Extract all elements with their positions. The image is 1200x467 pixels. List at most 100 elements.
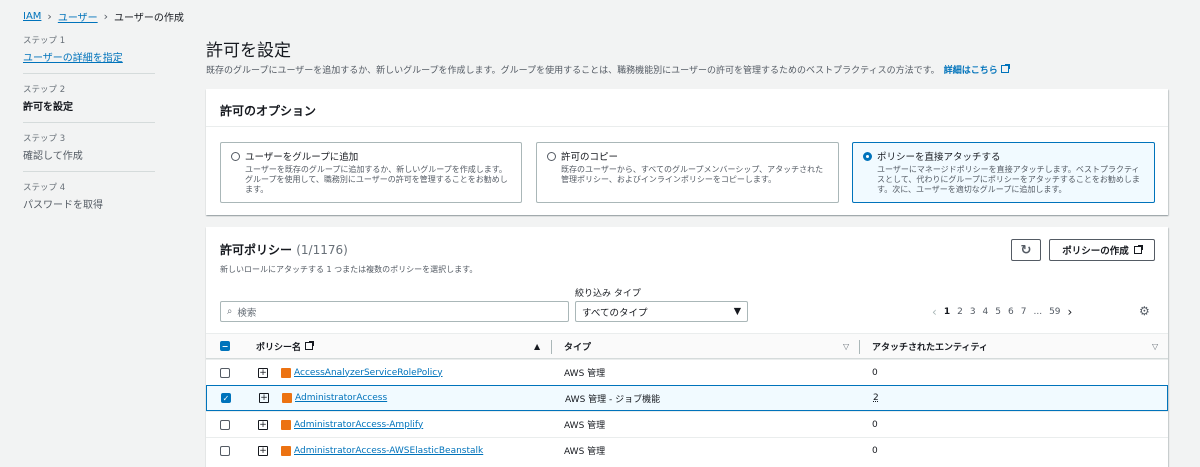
sort-icon[interactable]: ▽ <box>1152 342 1158 351</box>
policy-type: AWS 管理 <box>564 369 606 379</box>
expand-icon[interactable]: + <box>258 445 268 456</box>
column-divider <box>859 340 860 354</box>
column-name-label: ポリシー名 <box>256 342 302 353</box>
filter-type-select[interactable]: すべてのタイプ ▼ <box>575 301 748 322</box>
step-review: 確認して作成 <box>23 151 83 162</box>
select-all-checkbox[interactable]: − <box>220 341 230 351</box>
page-ellipsis: ... <box>1033 307 1043 317</box>
policy-name-link[interactable]: AdministratorAccess-AWSElasticBeanstalk <box>294 446 483 456</box>
policy-name-link[interactable]: AdministratorAccess-Amplify <box>294 420 423 430</box>
policies-subtitle: 新しいロールにアタッチする 1 つまたは複数のポリシーを選択します。 <box>220 265 478 274</box>
policy-type: AWS 管理 - ジョブ機能 <box>565 394 661 405</box>
filter-type-value: すべてのタイプ <box>582 307 648 319</box>
step-1: ステップ 1 ユーザーの詳細を指定 <box>23 34 155 74</box>
page-7[interactable]: 7 <box>1021 307 1027 317</box>
step-3: ステップ 3 確認して作成 <box>23 132 155 172</box>
policies-count: (1/1176) <box>296 243 348 257</box>
table-row[interactable]: + AdministratorAccess-Amplify AWS 管理 0 <box>206 411 1168 437</box>
policy-type: AWS 管理 <box>564 447 606 457</box>
package-icon <box>281 419 291 430</box>
page-4[interactable]: 4 <box>983 307 989 317</box>
table-row[interactable]: ✓ + AdministratorAccess AWS 管理 - ジョブ機能 2 <box>206 385 1168 411</box>
breadcrumb-iam[interactable]: IAM <box>23 11 41 22</box>
table-row[interactable]: + AccessAnalyzerServiceRolePolicy AWS 管理… <box>206 359 1168 385</box>
search-icon: ⌕ <box>227 306 233 317</box>
step-number: ステップ 3 <box>23 134 66 144</box>
breadcrumb-users[interactable]: ユーザー <box>58 9 98 24</box>
row-checkbox[interactable] <box>220 419 230 430</box>
option-description: ユーザーにマネージドポリシーを直接アタッチします。ベストプラクティスとして、代わ… <box>877 165 1140 194</box>
learn-more-link[interactable]: 詳細はこちら <box>944 63 1010 76</box>
sort-icon[interactable]: ▽ <box>843 342 849 351</box>
policy-entities[interactable]: 2 <box>873 393 879 403</box>
gear-icon[interactable]: ⚙ <box>1139 304 1150 318</box>
wizard-steps: ステップ 1 ユーザーの詳細を指定 ステップ 2 許可を設定 ステップ 3 確認… <box>23 34 155 229</box>
permission-policies-panel: 許可ポリシー (1/1176) 新しいロールにアタッチする 1 つまたは複数のポ… <box>206 227 1168 467</box>
breadcrumb: IAM › ユーザー › ユーザーの作成 <box>23 9 184 24</box>
page-6[interactable]: 6 <box>1008 307 1014 317</box>
policy-entities: 0 <box>872 419 878 430</box>
page-5[interactable]: 5 <box>995 307 1001 317</box>
step-4: ステップ 4 パスワードを取得 <box>23 181 155 220</box>
chevron-right-icon[interactable]: › <box>1068 305 1073 319</box>
chevron-right-icon: › <box>103 10 109 23</box>
expand-icon[interactable]: + <box>259 393 269 403</box>
page-2[interactable]: 2 <box>957 307 963 317</box>
column-header-entities[interactable]: アタッチされたエンティティ <box>872 340 988 353</box>
row-checkbox[interactable] <box>220 367 230 378</box>
radio-icon <box>231 151 240 161</box>
expand-icon[interactable]: + <box>258 419 268 430</box>
option-copy-permissions[interactable]: 許可のコピー 既存のユーザーから、すべてのグループメンバーシップ、アタッチされた… <box>536 142 839 203</box>
page-3[interactable]: 3 <box>970 307 976 317</box>
search-input[interactable]: ⌕ 検索 <box>220 301 569 322</box>
option-add-to-group[interactable]: ユーザーをグループに追加 ユーザーを既存のグループに追加するか、新しいグループを… <box>220 142 522 203</box>
step-2: ステップ 2 許可を設定 <box>23 83 155 123</box>
external-link-icon <box>1000 64 1010 73</box>
option-attach-policies[interactable]: ポリシーを直接アタッチする ユーザーにマネージドポリシーを直接アタッチします。ベ… <box>852 142 1155 203</box>
row-checkbox[interactable] <box>220 445 230 456</box>
package-icon <box>282 393 292 403</box>
search-placeholder: 検索 <box>237 307 257 319</box>
column-header-name[interactable]: ポリシー名 <box>256 340 315 353</box>
chevron-left-icon[interactable]: ‹ <box>932 305 937 319</box>
policy-entities: 0 <box>872 445 878 456</box>
step-current-permissions: 許可を設定 <box>23 102 73 113</box>
step-number: ステップ 1 <box>23 36 66 46</box>
page-59[interactable]: 59 <box>1049 307 1060 317</box>
page-description: 既存のグループにユーザーを追加するか、新しいグループを作成します。グループを使用… <box>206 63 1010 76</box>
create-policy-button[interactable]: ポリシーの作成 <box>1049 239 1155 261</box>
policies-title-text: 許可ポリシー <box>220 243 293 257</box>
package-icon <box>281 445 291 456</box>
external-link-icon <box>305 341 315 350</box>
policy-name-link[interactable]: AccessAnalyzerServiceRolePolicy <box>294 368 443 378</box>
table-header: − ポリシー名 ▲ タイプ ▽ アタッチされたエンティティ ▽ <box>206 333 1168 359</box>
option-description: 既存のユーザーから、すべてのグループメンバーシップ、アタッチされた管理ポリシー、… <box>561 165 824 184</box>
caret-down-icon: ▼ <box>733 306 741 317</box>
page-1[interactable]: 1 <box>944 307 950 317</box>
chevron-right-icon: › <box>47 10 52 23</box>
table-row[interactable]: + AdministratorAccess-AWSElasticBeanstal… <box>206 437 1168 463</box>
step-number: ステップ 2 <box>23 85 66 95</box>
external-link-icon <box>1133 245 1143 254</box>
create-policy-label: ポリシーの作成 <box>1062 246 1129 257</box>
step-link-user-details[interactable]: ユーザーの詳細を指定 <box>23 49 155 64</box>
step-number: ステップ 4 <box>23 183 66 193</box>
policy-name-link[interactable]: AdministratorAccess <box>295 393 387 403</box>
column-header-type[interactable]: タイプ <box>564 340 591 353</box>
description-text: 既存のグループにユーザーを追加するか、新しいグループを作成します。グループを使用… <box>206 66 940 76</box>
sort-ascending-icon[interactable]: ▲ <box>534 342 540 351</box>
permission-options-heading: 許可のオプション <box>206 89 1168 127</box>
radio-icon <box>547 151 556 161</box>
refresh-icon: ↻ <box>1020 242 1032 258</box>
option-title: ポリシーを直接アタッチする <box>877 152 1001 163</box>
policy-entities: 0 <box>872 367 878 378</box>
column-divider <box>551 340 552 354</box>
page-title: 許可を設定 <box>206 41 291 61</box>
package-icon <box>281 367 291 378</box>
radio-selected-icon <box>863 151 872 161</box>
expand-icon[interactable]: + <box>258 367 268 378</box>
pagination: ‹ 1 2 3 4 5 6 7 ... 59 › <box>932 305 1072 319</box>
permission-options-panel: 許可のオプション ユーザーをグループに追加 ユーザーを既存のグループに追加するか… <box>206 89 1168 215</box>
row-checkbox[interactable]: ✓ <box>221 393 231 403</box>
refresh-button[interactable]: ↻ <box>1011 239 1041 261</box>
